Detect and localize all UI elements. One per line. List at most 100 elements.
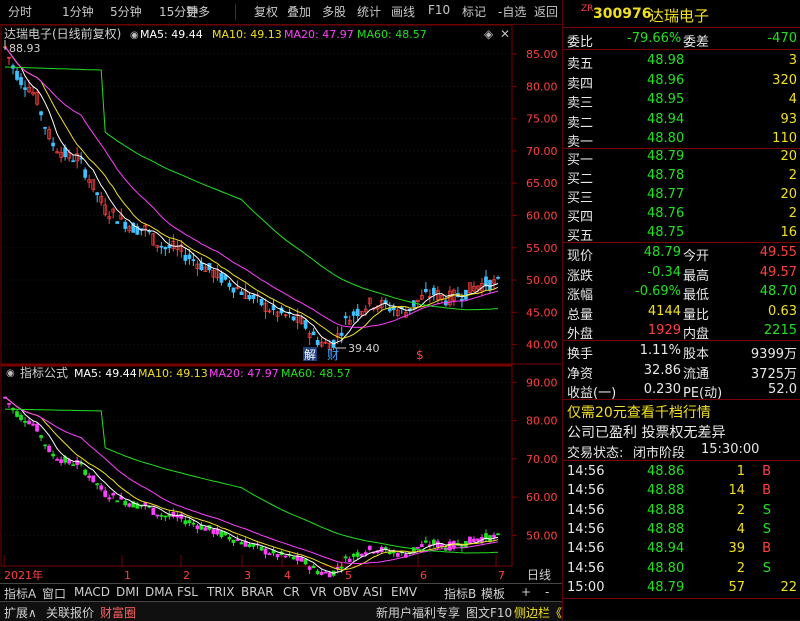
toolbar-item-0[interactable]: 分时 (8, 3, 32, 20)
info-row: 公司已盈利 投票权无差异 (563, 420, 800, 441)
toolbar-item-1[interactable]: 1分钟 (62, 3, 94, 20)
candle-body (359, 553, 364, 557)
toolbar-item-7[interactable]: 多股 (322, 3, 346, 20)
chart-area: 85.00 80.00 75.00 70.00 65.00 60.00 55.00 50.00… (0, 24, 562, 584)
candle-body (71, 160, 75, 163)
indicator-tab-9[interactable]: VR (310, 585, 327, 599)
candle-body (39, 111, 43, 116)
candle-body (35, 423, 39, 432)
candle-body (347, 558, 352, 562)
quote-label: 现价 (567, 249, 594, 264)
candle-body (355, 308, 360, 317)
candle-body (19, 414, 23, 420)
tick-direction: B (762, 464, 771, 479)
indicator-tab-15[interactable]: + (521, 585, 531, 599)
candle-body (239, 291, 244, 295)
indicator-tab-6[interactable]: TRIX (207, 585, 234, 599)
main-ma-dropdown-icon[interactable]: ◉ (130, 30, 139, 41)
y-tick-label: 55.00 (526, 242, 558, 255)
bid-row[interactable]: 买三 48.77 20 (563, 185, 800, 206)
quote-label: 涨幅 (567, 288, 594, 303)
toolbar-item-4[interactable]: 更多 (186, 3, 210, 20)
bid-row[interactable]: 买四 48.76 2 (563, 204, 800, 225)
quote-value: 48.79 (643, 245, 681, 260)
status-left-2[interactable]: 财富圈 (100, 604, 136, 621)
close-icon[interactable]: ✕ (500, 27, 510, 41)
book-volume: 320 (772, 72, 797, 88)
toolbar-item-6[interactable]: 叠加 (287, 3, 311, 20)
settings-icon[interactable]: ◈ (484, 27, 494, 41)
stats-row: 换手 1.11% 股本 9399万 (563, 341, 800, 362)
candle-body (95, 192, 100, 196)
tick-direction: B (762, 541, 771, 557)
indicator-tab-14[interactable]: 模板 (481, 585, 505, 602)
indicator-tab-8[interactable]: CR (283, 585, 300, 599)
ask-row[interactable]: 卖五 48.98 3 (563, 51, 800, 72)
indicator-tab-11[interactable]: ASI (363, 585, 382, 599)
status-mid-2[interactable]: 侧边栏《 (514, 604, 562, 621)
quote-value: 49.55 (759, 245, 797, 260)
main-chart-frame (0, 24, 513, 366)
toolbar-item-10[interactable]: F10 (428, 3, 450, 17)
tick-direction: S (762, 521, 771, 537)
tick-row: 14:56 48.88 2 S (563, 501, 800, 521)
status-left-0[interactable]: 扩展∧ (4, 604, 37, 621)
indicator-tab-2[interactable]: MACD (74, 585, 110, 599)
bid-row[interactable]: 买一 48.79 20 (563, 147, 800, 168)
indicator-tab-5[interactable]: FSL (177, 585, 198, 599)
event-marker-cai[interactable]: 财 (327, 348, 339, 362)
toolbar-item-8[interactable]: 统计 (357, 3, 381, 20)
indicator-tab-13[interactable]: 指标B (444, 585, 476, 602)
ask-row[interactable]: 卖二 48.94 93 (563, 110, 800, 131)
bid-row[interactable]: 买二 48.78 2 (563, 166, 800, 187)
sub-chart-dropdown-icon[interactable]: ◉ (6, 368, 15, 379)
ma10-line (4, 46, 499, 340)
toolbar-item-13[interactable]: 返回 (534, 3, 558, 20)
status-mid-0[interactable]: 新用户福利专享 (376, 604, 460, 621)
period-label[interactable]: 日线 (527, 568, 551, 582)
toolbar-item-12[interactable]: -自选 (498, 3, 526, 20)
indicator-tab-3[interactable]: DMI (116, 585, 139, 599)
toolbar-item-2[interactable]: 5分钟 (110, 3, 142, 20)
quote-label: 总量 (567, 307, 594, 323)
indicator-tab-0[interactable]: 指标A (4, 585, 36, 602)
indicator-tab-7[interactable]: BRAR (241, 585, 274, 599)
indicator-tab-1[interactable]: 窗口 (42, 585, 66, 602)
candle-body (167, 245, 172, 249)
event-marker-dollar[interactable]: $ (416, 348, 424, 362)
stats-value: 9399万 (750, 347, 797, 362)
candle-body (95, 483, 100, 486)
y-tick-label: 80.00 (526, 415, 558, 428)
candle-body (315, 570, 320, 575)
indicator-tab-4[interactable]: DMA (145, 585, 173, 599)
book-volume: 110 (772, 131, 797, 147)
ask-row[interactable]: 卖三 48.95 4 (563, 90, 800, 111)
candle-body (432, 539, 436, 545)
candle-body (199, 262, 204, 271)
indicator-tab-12[interactable]: EMV (391, 585, 417, 599)
tick-time: 14:56 (567, 541, 605, 557)
toolbar-item-9[interactable]: 画线 (391, 3, 415, 20)
kline-chart[interactable]: 85.00 80.00 75.00 70.00 65.00 60.00 55.00 50.00… (0, 24, 562, 584)
quote-value: -0.34 (647, 264, 681, 280)
sub-ma60-label: MA60: 48.57 (281, 367, 351, 380)
indicator-tab-10[interactable]: OBV (333, 585, 359, 599)
toolbar-item-5[interactable]: 复权 (254, 3, 278, 20)
candle-body (235, 539, 240, 542)
promo-row[interactable]: 仅需20元查看千档行情 (563, 400, 800, 422)
status-left-1[interactable]: 关联报价 (46, 604, 94, 621)
quote-value: 0.63 (768, 303, 797, 319)
tick-volume: 2 (736, 560, 745, 576)
tick-time: 14:56 (567, 483, 605, 499)
ask-row[interactable]: 卖四 48.96 320 (563, 71, 800, 92)
bid-row[interactable]: 买五 48.75 16 (563, 223, 800, 244)
x-tick-label: 3 (244, 569, 251, 582)
y-tick-label: 75.00 (526, 113, 558, 126)
stats-label: 流通 (683, 366, 710, 382)
book-price: 48.76 (647, 206, 685, 221)
status-mid-1[interactable]: 图文F10 (466, 604, 512, 621)
indicator-tab-16[interactable]: - (545, 585, 549, 599)
toolbar-item-11[interactable]: 标记 (462, 3, 486, 20)
promo-link[interactable]: 仅需20元查看千档行情 (567, 402, 711, 422)
candle-body (55, 458, 59, 461)
